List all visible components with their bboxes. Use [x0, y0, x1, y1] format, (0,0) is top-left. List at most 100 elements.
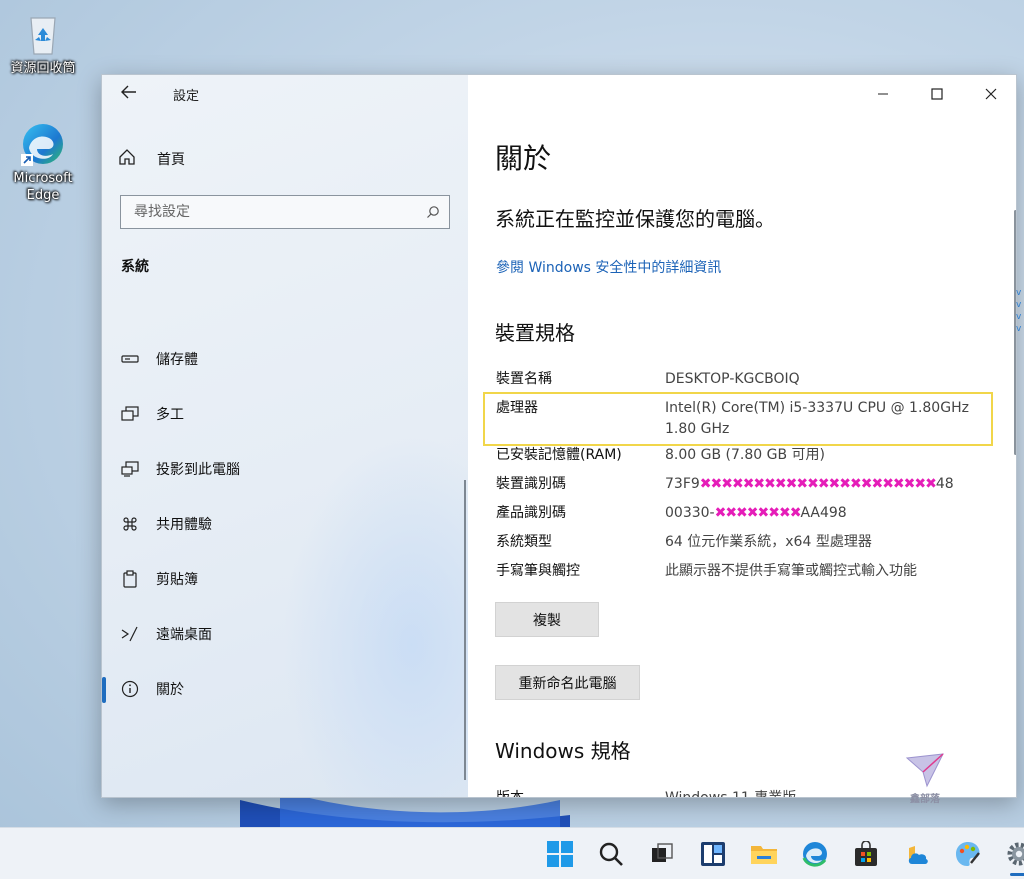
- sidebar-item-projecting[interactable]: 投影到此電腦: [102, 441, 468, 496]
- spec-value: 此顯示器不提供手寫筆或觸控式輸入功能: [665, 563, 917, 579]
- search-field[interactable]: [120, 195, 450, 229]
- close-button[interactable]: [964, 75, 1016, 113]
- spec-key: 裝置名稱: [496, 371, 552, 387]
- search-input[interactable]: [121, 196, 449, 228]
- sidebar-item-remote-desktop[interactable]: 遠端桌面: [102, 606, 468, 661]
- redaction-mark: ✖✖✖✖✖✖✖✖: [714, 505, 802, 521]
- sidebar-item-label: 儲存體: [156, 351, 198, 368]
- spec-value: 64 位元作業系統，x64 型處理器: [665, 534, 872, 550]
- security-details-link[interactable]: 參閱 Windows 安全性中的詳細資訊: [496, 257, 721, 277]
- spec-value-group: 73F9✖✖✖✖✖✖✖✖✖✖✖✖✖✖✖✖✖✖✖✖✖✖48: [665, 474, 976, 495]
- info-icon: [120, 679, 140, 699]
- spec-key: 版本: [496, 790, 524, 798]
- settings-sidebar: 設定 首頁 系統 儲存體: [102, 75, 468, 797]
- onedrive-icon: [908, 846, 928, 864]
- spec-row-ram: 已安裝記憶體(RAM) 8.00 GB (7.80 GB 可用): [496, 445, 976, 466]
- back-arrow-icon: [121, 85, 136, 99]
- minimize-icon: [878, 93, 888, 95]
- copy-button[interactable]: 複製: [495, 602, 599, 637]
- page-title: 關於: [495, 142, 552, 175]
- remote-desktop-icon: [120, 624, 140, 644]
- sidebar-scrollbar[interactable]: [464, 480, 466, 780]
- spec-row-product-id: 產品識別碼 00330-✖✖✖✖✖✖✖✖AA498: [496, 503, 976, 524]
- edge-label-line1: Microsoft: [13, 171, 73, 186]
- watermark-logo: 鑫部落: [898, 752, 952, 805]
- close-icon: [985, 88, 997, 100]
- file-explorer-button[interactable]: [738, 835, 789, 873]
- protection-status: 系統正在監控並保護您的電腦。: [495, 207, 775, 231]
- sidebar-item-label: 剪貼簿: [156, 571, 198, 588]
- desktop-icon-recycle-bin[interactable]: 資源回收筒: [4, 10, 82, 77]
- widgets-icon: [700, 842, 725, 866]
- redaction-mark: ✖✖✖✖✖✖✖✖✖✖✖✖✖✖✖✖✖✖✖✖✖✖: [699, 476, 937, 492]
- taskbar-search-button[interactable]: [585, 835, 636, 873]
- sidebar-item-shared-experiences[interactable]: 共用體驗: [102, 496, 468, 551]
- sidebar-item-home-label: 首頁: [157, 152, 185, 168]
- shared-experiences-icon: [120, 514, 140, 534]
- store-button[interactable]: [840, 835, 891, 873]
- spec-value-suffix: AA498: [800, 505, 847, 521]
- task-view-icon: [651, 843, 673, 862]
- file-explorer-icon: [750, 846, 777, 864]
- minimize-button[interactable]: [856, 75, 910, 113]
- edge-icon: [19, 120, 67, 168]
- about-page: 關於 系統正在監控並保護您的電腦。 參閱 Windows 安全性中的詳細資訊 裝…: [468, 75, 1016, 798]
- spec-row-device-id: 裝置識別碼 73F9✖✖✖✖✖✖✖✖✖✖✖✖✖✖✖✖✖✖✖✖✖✖48: [496, 474, 976, 495]
- spec-value-suffix: 48: [935, 476, 954, 492]
- recycle-bin-label: 資源回收筒: [10, 61, 76, 76]
- sidebar-item-about[interactable]: 關於: [102, 661, 468, 716]
- settings-icon: [1007, 842, 1024, 866]
- paper-plane-logo-icon: [905, 753, 944, 788]
- maximize-button[interactable]: [910, 75, 964, 113]
- settings-window: 設定 首頁 系統 儲存體: [101, 74, 1017, 798]
- rename-pc-button[interactable]: 重新命名此電腦: [495, 665, 640, 700]
- start-button[interactable]: [534, 835, 585, 873]
- spec-key: 手寫筆與觸控: [496, 563, 580, 579]
- taskbar-icons: [534, 835, 1024, 876]
- background-window-edge: v v v v: [1016, 287, 1024, 359]
- sidebar-item-home[interactable]: 首頁: [118, 145, 185, 173]
- edge-icon: [802, 842, 827, 867]
- spec-key: 已安裝記憶體(RAM): [496, 447, 622, 463]
- projecting-icon: [120, 459, 140, 479]
- title-bar: 設定: [102, 75, 468, 113]
- home-icon: [118, 148, 140, 170]
- spec-value: DESKTOP-KGCBOIQ: [665, 371, 800, 387]
- search-icon: [599, 842, 623, 866]
- spec-row-system-type: 系統類型 64 位元作業系統，x64 型處理器: [496, 532, 976, 553]
- processor-highlight-box: [483, 392, 993, 446]
- spec-row-device-name: 裝置名稱 DESKTOP-KGCBOIQ: [496, 369, 976, 390]
- search-icon[interactable]: [426, 204, 440, 218]
- spec-key: 裝置識別碼: [496, 476, 566, 492]
- app-title: 設定: [173, 89, 200, 104]
- task-view-button[interactable]: [636, 835, 687, 873]
- spec-row-pen-touch: 手寫筆與觸控 此顯示器不提供手寫筆或觸控式輸入功能: [496, 561, 976, 582]
- sidebar-item-label: 共用體驗: [156, 516, 212, 533]
- edge-chevron: v: [1016, 312, 1022, 322]
- spec-key: 系統類型: [496, 534, 552, 550]
- spec-value-prefix: 73F9: [665, 476, 700, 492]
- back-button[interactable]: [116, 83, 142, 105]
- sidebar-item-label: 投影到此電腦: [156, 461, 240, 478]
- taskbar: [0, 827, 1024, 879]
- taskbar-settings-button[interactable]: [993, 835, 1024, 876]
- sidebar-item-clipboard[interactable]: 剪貼簿: [102, 551, 468, 606]
- recycle-bin-icon: [19, 10, 67, 58]
- clipboard-icon: [120, 569, 140, 589]
- sidebar-item-storage[interactable]: 儲存體: [102, 331, 468, 386]
- widgets-button[interactable]: [687, 835, 738, 873]
- edge-chevron: v: [1016, 300, 1022, 310]
- device-specs-heading: 裝置規格: [495, 321, 575, 345]
- edge-chevron: v: [1016, 324, 1022, 334]
- spec-value: 8.00 GB (7.80 GB 可用): [665, 447, 825, 463]
- spec-value-prefix: 00330-: [665, 505, 715, 521]
- sidebar-item-multitasking[interactable]: 多工: [102, 386, 468, 441]
- window-controls: [856, 75, 1016, 113]
- taskbar-edge-button[interactable]: [789, 835, 840, 873]
- sidebar-item-label: 多工: [156, 406, 184, 423]
- paint-button[interactable]: [942, 835, 993, 873]
- start-icon: [546, 841, 573, 867]
- onedrive-button[interactable]: [891, 835, 942, 873]
- maximize-icon: [931, 88, 943, 100]
- desktop-icon-edge[interactable]: Microsoft Edge: [4, 120, 82, 204]
